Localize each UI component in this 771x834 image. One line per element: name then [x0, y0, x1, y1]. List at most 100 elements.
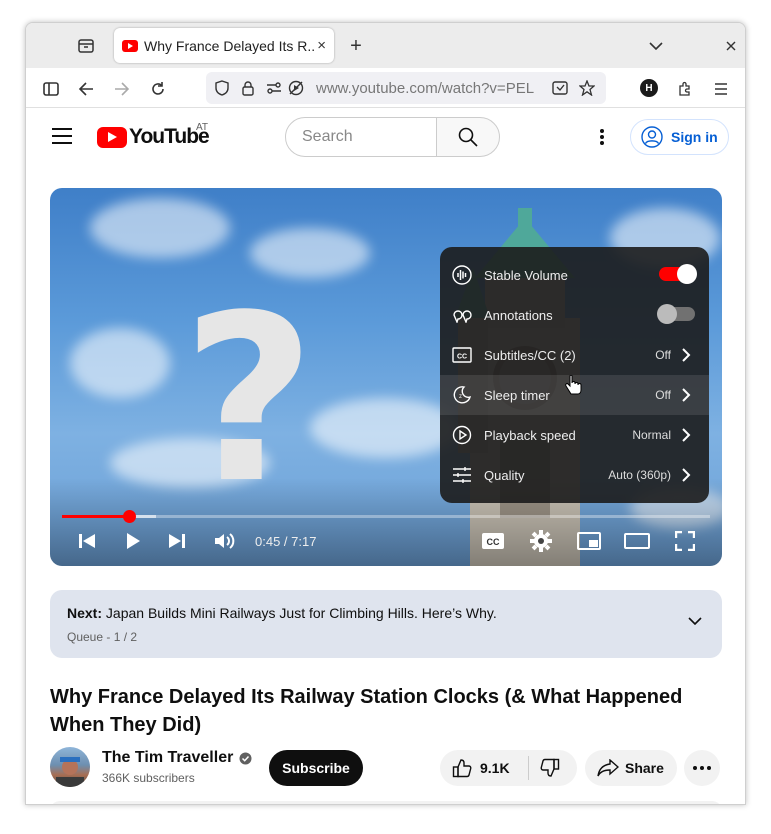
menu-icon[interactable]	[710, 78, 732, 100]
progress-bar[interactable]	[62, 515, 710, 518]
dislike-button[interactable]	[536, 756, 564, 780]
previous-icon[interactable]	[74, 528, 100, 554]
chevron-down-icon[interactable]	[688, 617, 702, 625]
navigation-bar: www.youtube.com/watch?v=PEL H	[26, 68, 745, 108]
menu-value: Off	[655, 348, 671, 362]
annotations-icon	[452, 305, 472, 325]
menu-item-playback-speed[interactable]: Playback speed Normal	[440, 415, 709, 455]
menu-label: Playback speed	[484, 427, 576, 443]
chevron-right-icon	[682, 348, 691, 362]
like-button[interactable]: 9.1K	[440, 750, 528, 786]
playback-speed-icon	[452, 425, 472, 445]
settings-kebab-icon[interactable]	[592, 127, 612, 147]
more-actions-icon[interactable]	[684, 750, 720, 786]
volume-icon[interactable]	[212, 528, 238, 554]
tab-list-chevron-icon[interactable]	[646, 36, 666, 56]
play-icon[interactable]	[120, 528, 146, 554]
stable-volume-toggle[interactable]	[659, 264, 697, 284]
theater-mode-icon[interactable]	[624, 528, 650, 554]
tab-close-icon[interactable]: ×	[317, 37, 326, 54]
share-button[interactable]: Share	[585, 750, 677, 786]
stable-volume-icon	[452, 265, 472, 285]
shield-icon[interactable]	[214, 80, 230, 96]
menu-item-stable-volume[interactable]: Stable Volume	[440, 255, 709, 295]
permissions-icon[interactable]	[266, 80, 282, 96]
thumbs-up-icon	[452, 759, 472, 778]
youtube-favicon-icon	[122, 39, 138, 52]
back-arrow-icon[interactable]	[75, 78, 97, 100]
miniplayer-icon[interactable]	[576, 528, 602, 554]
chevron-right-icon	[682, 388, 691, 402]
search-icon	[458, 127, 478, 147]
country-code: AT	[196, 122, 209, 133]
reload-icon[interactable]	[147, 78, 169, 100]
next-up-line: Next: Japan Builds Mini Railways Just fo…	[67, 605, 497, 621]
sidebar-toggle-icon[interactable]	[40, 78, 62, 100]
time-display: 0:45 / 7:17	[255, 534, 317, 549]
menu-value: Auto (360p)	[608, 468, 671, 482]
video-player[interactable]: ? 0:45 / 7:17 CC Stable Volume Annotatio…	[50, 188, 722, 566]
queue-next-panel[interactable]: Next: Japan Builds Mini Railways Just fo…	[50, 590, 722, 658]
tab-overview-icon[interactable]	[76, 36, 96, 56]
youtube-logo-icon	[97, 126, 127, 148]
annotations-toggle[interactable]	[657, 304, 695, 324]
thumbs-down-icon	[540, 758, 560, 777]
url-text: www.youtube.com/watch?v=PEL	[316, 80, 546, 97]
next-icon[interactable]	[164, 528, 190, 554]
menu-label: Sleep timer	[484, 387, 550, 403]
window-close-icon[interactable]	[721, 36, 741, 56]
tab-title: Why France Delayed Its R...	[144, 37, 314, 54]
url-bar[interactable]: www.youtube.com/watch?v=PEL	[206, 72, 606, 104]
youtube-logo[interactable]: YouTube	[97, 125, 210, 149]
menu-value: Off	[655, 388, 671, 402]
new-tab-icon[interactable]: +	[346, 35, 366, 57]
channel-avatar[interactable]	[50, 747, 90, 787]
sign-in-button[interactable]: Sign in	[630, 119, 729, 155]
menu-item-subtitles[interactable]: CC Subtitles/CC (2) Off	[440, 335, 709, 375]
like-dislike-group: 9.1K	[440, 750, 577, 786]
subtitles-button[interactable]: CC	[480, 528, 506, 554]
menu-value: Normal	[632, 428, 671, 442]
cc-label: CC	[487, 537, 500, 547]
extensions-puzzle-icon[interactable]	[674, 78, 696, 100]
channel-name[interactable]: The Tim Traveller	[102, 749, 252, 767]
url-host: www.youtube.com	[316, 80, 438, 97]
next-title: Japan Builds Mini Railways Just for Clim…	[105, 605, 497, 621]
autoplay-blocked-icon[interactable]	[288, 80, 304, 96]
profile-avatar[interactable]: H	[640, 79, 658, 97]
tab-youtube[interactable]: Why France Delayed Its R... ×	[114, 28, 334, 63]
sign-in-label: Sign in	[671, 129, 718, 145]
share-label: Share	[625, 760, 664, 776]
youtube-header: YouTube AT Search Sign in	[26, 109, 745, 167]
settings-gear-icon[interactable]	[528, 528, 554, 554]
subtitles-icon: CC	[452, 345, 472, 365]
menu-item-annotations[interactable]: Annotations	[440, 295, 709, 335]
search-input[interactable]: Search	[285, 117, 437, 157]
guide-menu-icon[interactable]	[52, 128, 72, 144]
reader-view-icon[interactable]	[552, 80, 568, 96]
progress-played	[62, 515, 129, 518]
video-title: Why France Delayed Its Railway Station C…	[50, 686, 683, 736]
bookmark-star-icon[interactable]	[579, 80, 595, 96]
lock-icon[interactable]	[240, 80, 256, 96]
subscriber-count: 366K subscribers	[102, 771, 195, 785]
sleep-timer-icon: z	[452, 385, 472, 405]
forward-arrow-icon[interactable]	[111, 78, 133, 100]
search-button[interactable]	[436, 117, 500, 157]
next-prefix: Next:	[67, 605, 103, 621]
chevron-right-icon	[682, 468, 691, 482]
tab-bar: Why France Delayed Its R... × +	[26, 23, 745, 68]
fullscreen-icon[interactable]	[672, 528, 698, 554]
url-path: /watch?v=PEL	[437, 80, 535, 97]
queue-position: Queue - 1 / 2	[67, 630, 138, 644]
svg-text:z: z	[459, 394, 462, 400]
browser-window: Why France Delayed Its R... × + www.yout…	[25, 22, 746, 805]
menu-label: Annotations	[484, 307, 553, 323]
menu-item-quality[interactable]: Quality Auto (360p)	[440, 455, 709, 495]
quality-icon	[452, 465, 472, 485]
share-arrow-icon	[597, 759, 619, 777]
description-box-edge	[50, 801, 722, 804]
subscribe-button[interactable]: Subscribe	[269, 750, 363, 786]
menu-label: Quality	[484, 467, 525, 483]
progress-scrubber[interactable]	[123, 510, 136, 523]
